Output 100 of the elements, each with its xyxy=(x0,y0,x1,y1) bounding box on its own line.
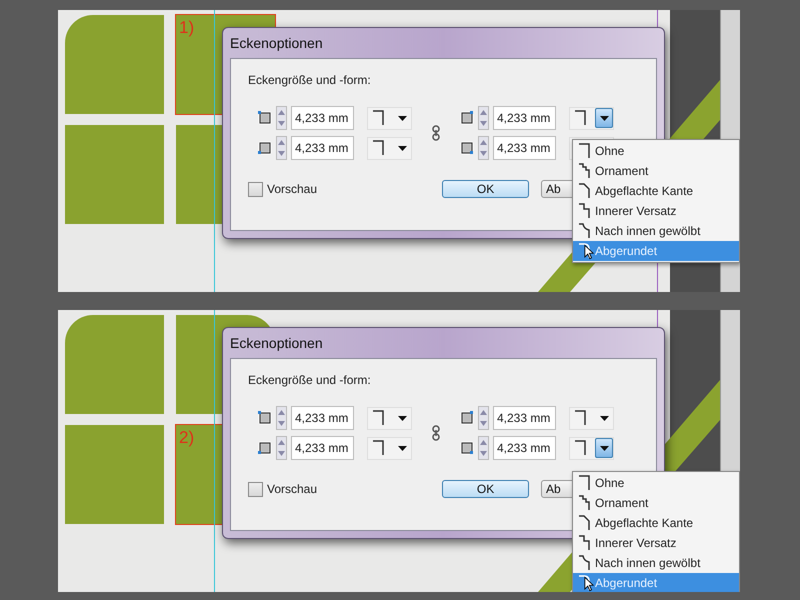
preview-checkbox[interactable] xyxy=(248,482,263,496)
dialog-title: Eckenoptionen xyxy=(230,34,324,53)
preview-label: Vorschau xyxy=(267,481,318,498)
shape-dropdown[interactable] xyxy=(367,436,412,460)
shape-dropdown[interactable] xyxy=(367,136,412,160)
corner-shape-icon xyxy=(577,222,591,240)
corner-shape-icon xyxy=(577,534,591,552)
menu-item[interactable]: Innerer Versatz xyxy=(573,201,739,221)
shape-dropdown[interactable] xyxy=(569,106,614,130)
corner-icon xyxy=(258,111,272,125)
spinner-control[interactable] xyxy=(478,406,489,430)
caret-icon xyxy=(600,116,608,120)
caret-icon[interactable] xyxy=(398,446,406,450)
spinner-control[interactable] xyxy=(276,436,287,460)
menu-item[interactable]: Ornament xyxy=(573,161,739,181)
down-arrow-icon[interactable] xyxy=(278,451,285,456)
ok-button[interactable]: OK xyxy=(442,480,530,498)
up-arrow-icon[interactable] xyxy=(278,110,285,115)
menu-item-label: Ornament xyxy=(595,163,648,180)
caret-icon[interactable] xyxy=(398,416,406,420)
menu-item-label: Innerer Versatz xyxy=(595,203,676,220)
section-label: Eckengröße und -form: xyxy=(248,372,372,389)
down-arrow-icon[interactable] xyxy=(480,451,487,456)
up-arrow-icon[interactable] xyxy=(480,410,487,415)
spinner-control[interactable] xyxy=(478,436,489,460)
shape-dropdown[interactable] xyxy=(367,106,412,130)
mouse-pointer-icon xyxy=(584,576,594,592)
corner-shape-icon xyxy=(577,182,591,200)
menu-item[interactable]: Ohne xyxy=(573,141,739,161)
corner-shape-icon xyxy=(573,409,587,427)
menu-item-label: Innerer Versatz xyxy=(595,535,676,552)
size-field[interactable]: 4,233 mm xyxy=(291,106,354,130)
size-field[interactable]: 4,233 mm xyxy=(493,406,556,430)
corner-shape-icon xyxy=(371,109,385,127)
chain-link-icon xyxy=(430,425,442,441)
corner-icon xyxy=(460,141,474,155)
corner-shape-icon xyxy=(577,202,591,220)
corner-shape-icon xyxy=(573,109,587,127)
caret-icon xyxy=(600,446,608,450)
down-arrow-icon[interactable] xyxy=(278,421,285,426)
size-field[interactable]: 4,233 mm xyxy=(493,136,556,160)
corner-shape-icon xyxy=(577,142,591,160)
mouse-pointer-icon xyxy=(584,244,594,260)
section-label: Eckengröße und -form: xyxy=(248,72,372,89)
spinner-control[interactable] xyxy=(276,136,287,160)
preview-label: Vorschau xyxy=(267,181,318,198)
up-arrow-icon[interactable] xyxy=(278,140,285,145)
ok-button[interactable]: OK xyxy=(442,180,530,198)
spinner-control[interactable] xyxy=(478,106,489,130)
corner-icon xyxy=(258,141,272,155)
caret-icon[interactable] xyxy=(600,416,608,420)
menu-item-label: Abgerundet xyxy=(595,243,658,260)
menu-item[interactable]: Abgeflachte Kante xyxy=(573,513,739,533)
menu-item[interactable]: Nach innen gewölbt xyxy=(573,221,739,241)
corner-shape-icon xyxy=(577,494,591,512)
up-arrow-icon[interactable] xyxy=(278,440,285,445)
corner-shape-icon xyxy=(371,409,385,427)
up-arrow-icon[interactable] xyxy=(480,110,487,115)
down-arrow-icon[interactable] xyxy=(480,121,487,126)
menu-item-label: Abgeflachte Kante xyxy=(595,515,694,532)
dropdown-toggle[interactable] xyxy=(595,438,613,458)
corner-shape-icon xyxy=(573,439,587,457)
spinner-control[interactable] xyxy=(276,106,287,130)
menu-item-label: Ohne xyxy=(595,143,624,160)
dropdown-toggle[interactable] xyxy=(595,108,613,128)
shape-dropdown[interactable] xyxy=(569,406,614,430)
step-label: 2) xyxy=(179,429,194,446)
down-arrow-icon[interactable] xyxy=(480,151,487,156)
size-field[interactable]: 4,233 mm xyxy=(493,106,556,130)
corner-shape-icon xyxy=(577,574,591,592)
up-arrow-icon[interactable] xyxy=(480,440,487,445)
down-arrow-icon[interactable] xyxy=(278,151,285,156)
corner-icon xyxy=(258,411,272,425)
corner-shape-icon xyxy=(577,474,591,492)
menu-item[interactable]: Innerer Versatz xyxy=(573,533,739,553)
menu-item[interactable]: Nach innen gewölbt xyxy=(573,553,739,573)
corner-icon xyxy=(460,411,474,425)
spinner-control[interactable] xyxy=(276,406,287,430)
menu-item-label: Nach innen gewölbt xyxy=(595,223,700,240)
up-arrow-icon[interactable] xyxy=(480,140,487,145)
caret-icon[interactable] xyxy=(398,116,406,120)
down-arrow-icon[interactable] xyxy=(278,121,285,126)
corner-icon xyxy=(258,441,272,455)
size-field[interactable]: 4,233 mm xyxy=(291,136,354,160)
caret-icon[interactable] xyxy=(398,146,406,150)
down-arrow-icon[interactable] xyxy=(480,421,487,426)
corner-icon xyxy=(460,441,474,455)
size-field[interactable]: 4,233 mm xyxy=(493,436,556,460)
corner-shape-icon xyxy=(577,514,591,532)
preview-checkbox[interactable] xyxy=(248,182,263,196)
shape-dropdown[interactable] xyxy=(367,406,412,430)
size-field[interactable]: 4,233 mm xyxy=(291,436,354,460)
spinner-control[interactable] xyxy=(478,136,489,160)
shape-dropdown[interactable] xyxy=(569,436,614,460)
corner-shape-icon xyxy=(577,554,591,572)
menu-item-label: Ohne xyxy=(595,475,624,492)
up-arrow-icon[interactable] xyxy=(278,410,285,415)
menu-item-label: Nach innen gewölbt xyxy=(595,555,700,572)
size-field[interactable]: 4,233 mm xyxy=(291,406,354,430)
dialog-title: Eckenoptionen xyxy=(230,334,324,353)
